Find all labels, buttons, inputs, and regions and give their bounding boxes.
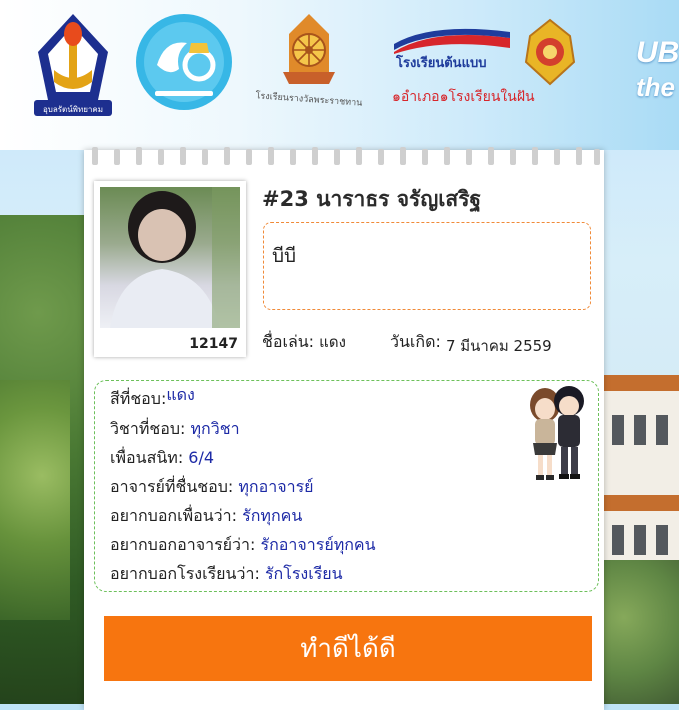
birthday-value: 7 มีนาคม 2559 bbox=[445, 337, 552, 355]
favorite-value: ทุกอาจารย์ bbox=[238, 477, 314, 496]
favorite-row: อยากบอกโรงเรียนว่า: รักโรงเรียน bbox=[110, 562, 343, 587]
couple-mascot-icon bbox=[523, 385, 591, 483]
favorite-label: วิชาที่ชอบ: bbox=[110, 419, 186, 438]
background-tree-right bbox=[600, 560, 679, 704]
favorite-row: อยากบอกอาจารย์ว่า: รักอาจารย์ทุกคน bbox=[110, 533, 376, 558]
favorite-label: อยากบอกโรงเรียนว่า: bbox=[110, 564, 260, 583]
favorite-label: สีที่ชอบ: bbox=[110, 389, 167, 408]
header-banner: อุบลรัตน์พิทยาคม โรงเรียนรางวัลพระราชทาน bbox=[0, 0, 679, 150]
royal-emblem-icon bbox=[520, 18, 580, 86]
header-tagline-line2: the bbox=[636, 72, 675, 102]
birthday-label: วันเกิด: bbox=[390, 332, 441, 351]
dharma-wheel-emblem-icon: โรงเรียนรางวัลพระราชทาน bbox=[253, 12, 365, 122]
student-id: 12147 bbox=[189, 336, 238, 352]
birthday-row: วันเกิด: 7 มีนาคม 2559 bbox=[390, 330, 552, 355]
nickname-label: ชื่อเล่น: bbox=[262, 332, 315, 351]
favorite-value: รักอาจารย์ทุกคน bbox=[260, 535, 376, 554]
anniversary-60-emblem-icon bbox=[135, 13, 233, 111]
favorite-row: อาจารย์ที่ชื่นชอบ: ทุกอาจารย์ bbox=[110, 475, 314, 500]
favorite-value: รักทุกคน bbox=[242, 506, 303, 525]
favorite-value: แดง bbox=[166, 385, 195, 404]
message-box: บีบี bbox=[263, 222, 591, 310]
favorite-label: อยากบอกเพื่อนว่า: bbox=[110, 506, 238, 525]
school-torch-emblem-icon: อุบลรัตน์พิทยาคม bbox=[28, 12, 118, 118]
favorite-row: อยากบอกเพื่อนว่า: รักทุกคน bbox=[110, 504, 302, 529]
message-text: บีบี bbox=[272, 245, 297, 267]
logo-title: โรงเรียนต้นแบบ bbox=[396, 56, 487, 71]
header-tagline: UB the bbox=[636, 36, 679, 104]
student-name: #23 นาราธร จรัญเสริฐ bbox=[262, 187, 482, 211]
favorite-row: เพื่อนสนิท: 6/4 bbox=[110, 446, 214, 471]
logo-caption: อุบลรัตน์พิทยาคม bbox=[42, 105, 104, 114]
nickname-row: ชื่อเล่น: แดง bbox=[262, 330, 346, 355]
favorite-row: วิชาที่ชอบ: ทุกวิชา bbox=[110, 417, 240, 442]
nickname-value: แดง bbox=[319, 333, 346, 351]
profile-photo[interactable] bbox=[100, 187, 240, 328]
logo-subtitle: ๑อำเภอ๑โรงเรียนในฝัน bbox=[392, 89, 535, 105]
background-tree-highlight bbox=[0, 380, 70, 620]
notebook-spiral-edge bbox=[84, 145, 604, 175]
header-tagline-line1: UB bbox=[636, 36, 679, 69]
favorite-row: สีที่ชอบ:แดง bbox=[110, 385, 195, 412]
favorite-label: อยากบอกอาจารย์ว่า: bbox=[110, 535, 256, 554]
profile-photo-frame: 12147 bbox=[94, 181, 246, 357]
do-good-button[interactable]: ทำดีได้ดี bbox=[104, 616, 592, 681]
favorite-value: 6/4 bbox=[188, 448, 215, 467]
favorite-value: รักโรงเรียน bbox=[264, 564, 343, 583]
favorite-label: อาจารย์ที่ชื่นชอบ: bbox=[110, 477, 234, 496]
favorite-label: เพื่อนสนิท: bbox=[110, 448, 184, 467]
favorite-value: ทุกวิชา bbox=[190, 419, 240, 438]
